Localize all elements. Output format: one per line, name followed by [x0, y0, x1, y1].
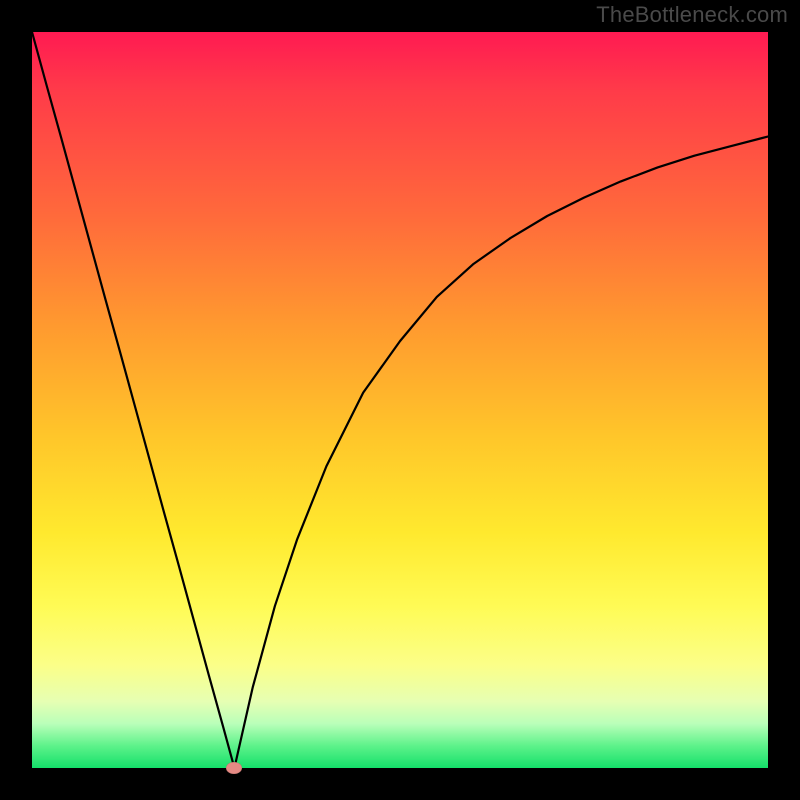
vertex-marker: [226, 762, 242, 774]
watermark-text: TheBottleneck.com: [596, 2, 788, 28]
curve-svg: [32, 32, 768, 768]
bottleneck-curve: [32, 32, 768, 768]
chart-root: TheBottleneck.com: [0, 0, 800, 800]
plot-area: [32, 32, 768, 768]
